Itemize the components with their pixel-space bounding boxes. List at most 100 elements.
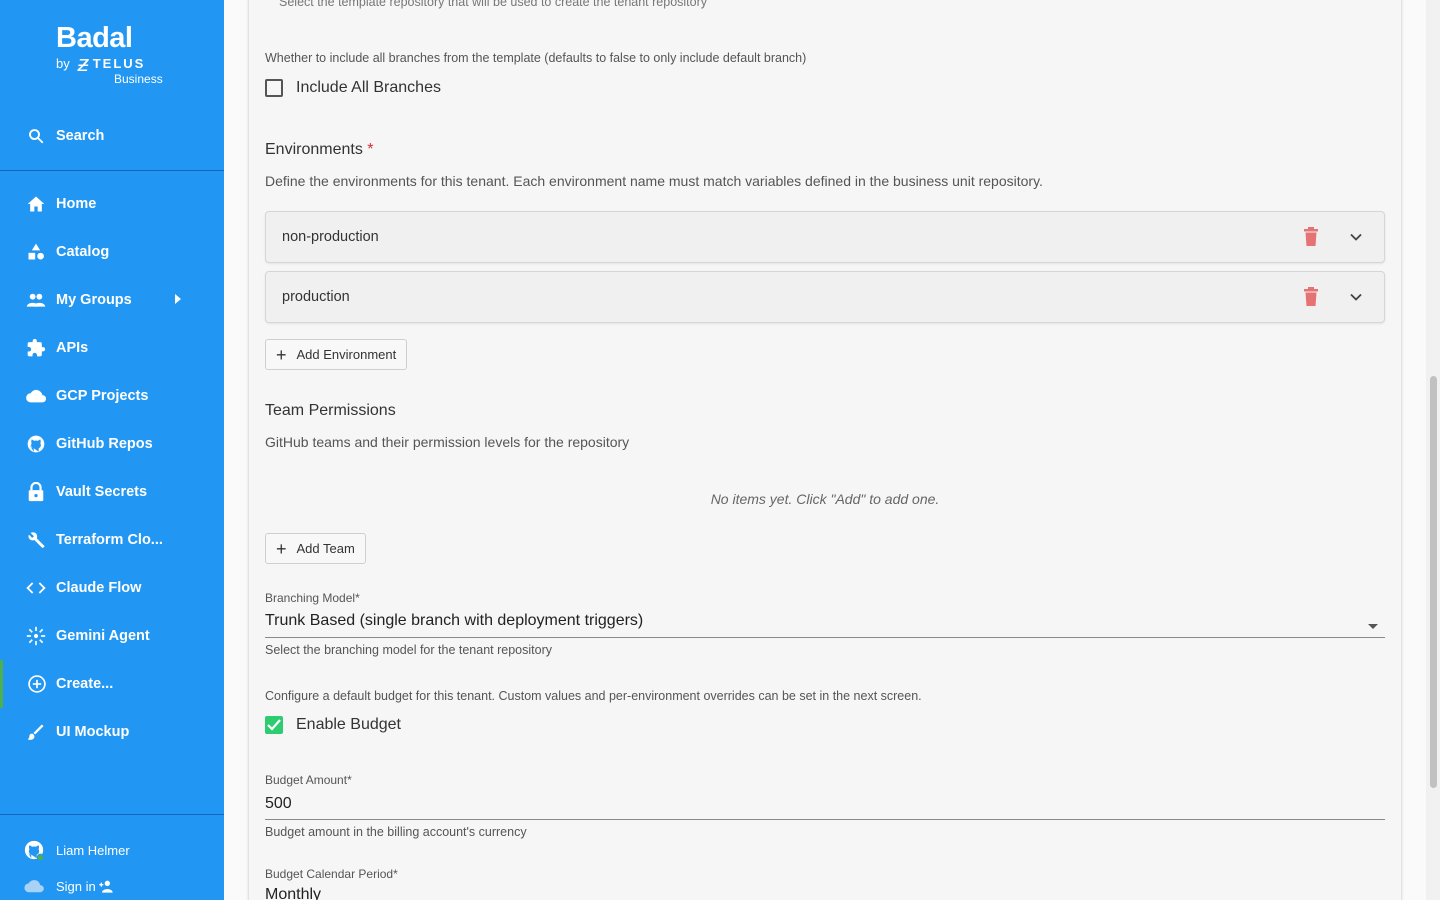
groups-icon xyxy=(25,289,47,311)
sign-in[interactable]: Sign in xyxy=(0,872,224,900)
sidebar-item-claude-flow[interactable]: Claude Flow xyxy=(0,564,224,612)
cloud-icon xyxy=(23,875,45,897)
budget-amount-label: Budget Amount* xyxy=(265,773,352,787)
sidebar-item-label: APIs xyxy=(56,340,89,356)
sidebar-item-home[interactable]: Home xyxy=(0,180,224,228)
scrollbar-thumb[interactable] xyxy=(1430,376,1437,788)
dropdown-arrow-icon xyxy=(1367,894,1379,900)
sidebar-item-gcp-projects[interactable]: GCP Projects xyxy=(0,372,224,420)
check-icon xyxy=(267,719,281,731)
sidebar-item-apis[interactable]: APIs xyxy=(0,324,224,372)
environments-title-text: Environments xyxy=(265,141,363,158)
cloud-icon xyxy=(25,385,47,407)
branching-model-value: Trunk Based (single branch with deployme… xyxy=(265,612,644,629)
team-permissions-title: Team Permissions xyxy=(265,402,396,419)
logo-by: by xyxy=(56,56,70,71)
add-team-label: Add Team xyxy=(296,541,355,556)
github-icon xyxy=(25,433,47,455)
sidebar-item-catalog[interactable]: Catalog xyxy=(0,228,224,276)
sparkle-icon xyxy=(25,625,47,647)
form-card xyxy=(248,0,1402,900)
add-environment-label: Add Environment xyxy=(296,347,397,362)
sidebar-divider-bottom xyxy=(0,814,224,815)
add-team-button[interactable]: + Add Team xyxy=(265,533,366,564)
branching-model-underline xyxy=(265,637,1385,638)
budget-period-select[interactable]: Monthly xyxy=(265,886,1385,900)
plus-icon: + xyxy=(276,344,287,365)
delete-icon[interactable] xyxy=(1302,227,1320,252)
team-permissions-description: GitHub teams and their permission levels… xyxy=(265,434,630,450)
code-icon xyxy=(25,577,47,599)
caret-right-icon[interactable] xyxy=(174,291,182,309)
sidebar-item-ui-mockup[interactable]: UI Mockup xyxy=(0,708,224,756)
enable-budget-checkbox[interactable] xyxy=(265,716,283,734)
sidebar-item-create[interactable]: Create... xyxy=(0,660,224,708)
branching-model-helper: Select the branching model for the tenan… xyxy=(265,643,552,657)
github-avatar-icon xyxy=(23,839,45,861)
chevron-down-icon[interactable] xyxy=(1346,227,1366,252)
budget-period-value: Monthly xyxy=(265,886,322,900)
sidebar-item-vault-secrets[interactable]: Vault Secrets xyxy=(0,468,224,516)
sidebar-item-label: GitHub Repos xyxy=(56,436,153,452)
budget-amount-underline xyxy=(265,819,1385,820)
budget-amount-value: 500 xyxy=(265,795,292,812)
user-name: Liam Helmer xyxy=(56,842,130,858)
sign-in-label: Sign in xyxy=(56,878,96,894)
user-profile[interactable]: Liam Helmer xyxy=(0,836,224,864)
include-branches-label: Include All Branches xyxy=(296,79,441,96)
enable-budget-checkbox-row[interactable]: Enable Budget xyxy=(265,716,401,734)
sidebar-item-gemini-agent[interactable]: Gemini Agent xyxy=(0,612,224,660)
environments-description: Define the environments for this tenant.… xyxy=(265,173,1043,189)
required-asterisk: * xyxy=(347,773,352,787)
search-icon xyxy=(25,125,47,147)
sidebar-item-github-repos[interactable]: GitHub Repos xyxy=(0,420,224,468)
add-circle-icon xyxy=(26,673,48,695)
enable-budget-label: Enable Budget xyxy=(296,716,401,733)
environment-accordion-non-production[interactable]: non-production xyxy=(265,211,1385,263)
sidebar-item-label: UI Mockup xyxy=(56,724,130,740)
sidebar-item-label: Create... xyxy=(56,676,114,692)
badal-logo[interactable]: Badal by ƶ TELUS Business xyxy=(56,22,163,86)
budget-period-label-text: Budget Calendar Period xyxy=(265,867,394,881)
template-helper-text: Select the template repository that will… xyxy=(279,0,708,9)
plus-icon: + xyxy=(276,538,287,559)
sidebar-item-label: GCP Projects xyxy=(56,388,149,404)
logo-telus: TELUS xyxy=(92,56,146,71)
sidebar-item-label: Gemini Agent xyxy=(56,628,150,644)
search-label: Search xyxy=(56,128,105,144)
budget-amount-helper: Budget amount in the billing account's c… xyxy=(265,825,527,839)
sidebar-item-label: My Groups xyxy=(56,292,132,308)
environments-title: Environments * xyxy=(265,141,374,159)
sidebar-item-label: Catalog xyxy=(56,244,110,260)
lock-icon xyxy=(25,481,47,503)
delete-icon[interactable] xyxy=(1302,287,1320,312)
catalog-icon xyxy=(25,241,47,263)
budget-amount-label-text: Budget Amount xyxy=(265,773,348,787)
puzzle-icon xyxy=(25,337,47,359)
include-branches-checkbox-row[interactable]: Include All Branches xyxy=(265,79,441,97)
include-branches-checkbox[interactable] xyxy=(265,79,283,97)
environment-name: non-production xyxy=(282,229,379,245)
budget-description: Configure a default budget for this tena… xyxy=(265,689,922,703)
sidebar-item-terraform-cloud[interactable]: Terraform Clo... xyxy=(0,516,224,564)
include-branches-description: Whether to include all branches from the… xyxy=(265,51,807,65)
required-asterisk: * xyxy=(393,867,398,881)
person-add-icon xyxy=(98,879,114,898)
required-asterisk: * xyxy=(367,141,374,158)
sidebar-search[interactable]: Search xyxy=(0,112,224,160)
logo-brand: Badal xyxy=(56,22,133,54)
environment-name: production xyxy=(282,289,350,305)
brush-icon xyxy=(25,721,47,743)
required-asterisk: * xyxy=(355,591,360,605)
sidebar-item-label: Claude Flow xyxy=(56,580,142,596)
add-environment-button[interactable]: + Add Environment xyxy=(265,339,408,370)
budget-amount-input[interactable]: 500 xyxy=(265,795,1385,817)
sidebar-item-my-groups[interactable]: My Groups xyxy=(0,276,224,324)
logo-business: Business xyxy=(114,72,163,86)
branching-model-label-text: Branching Model xyxy=(265,591,356,605)
branching-model-select[interactable]: Trunk Based (single branch with deployme… xyxy=(265,612,1385,636)
telus-swirl-icon: ƶ xyxy=(77,50,89,76)
environment-accordion-production[interactable]: production xyxy=(265,271,1385,323)
home-icon xyxy=(25,193,47,215)
chevron-down-icon[interactable] xyxy=(1346,287,1366,312)
